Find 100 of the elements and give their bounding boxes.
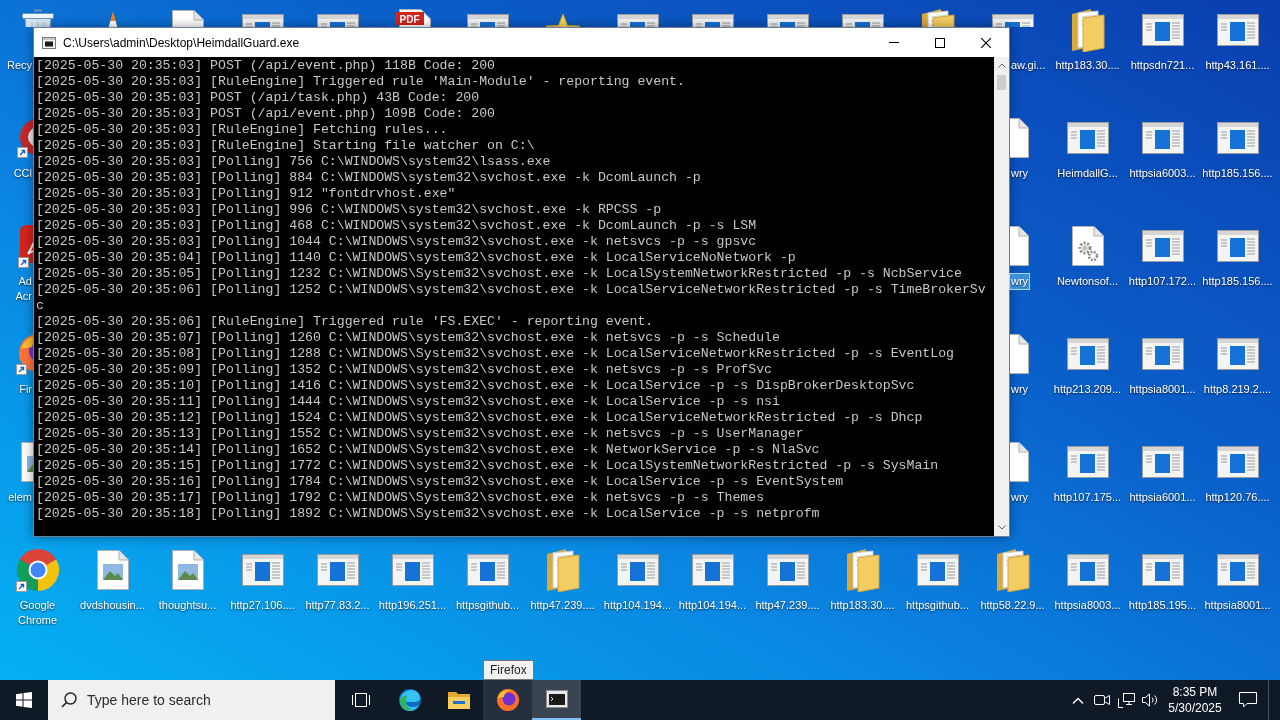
application-icon[interactable] [241, 14, 284, 27]
application-icon[interactable] [466, 14, 509, 27]
application-icon[interactable] [1141, 122, 1184, 154]
search-bar[interactable]: Type here to search [48, 680, 335, 720]
icon-label: elem [7, 490, 33, 505]
application-icon[interactable] [466, 554, 509, 586]
icon-label: http107.172... [1127, 274, 1198, 289]
console-line: [2025-05-30 20:35:13] [Polling] 1552 C:\WINDOWS\system32\svchost.exe -k netsvcs -p -s UserManager [36, 426, 804, 442]
maximize-icon [935, 37, 945, 48]
console-line: [2025-05-30 20:35:03] POST (/api/event.php) 109B Code: 200 [36, 106, 495, 122]
console-line: [2025-05-30 20:35:03] [Polling] 996 C:\WINDOWS\system32\svchost.exe -k RPCSS -p [36, 202, 662, 218]
icon-label: http47.239.... [754, 598, 821, 613]
application-icon[interactable] [991, 14, 1034, 27]
console-line: [2025-05-30 20:35:03] POST (/api/event.php) 118B Code: 200 [36, 58, 495, 74]
search-icon [61, 692, 77, 708]
swirl-logo-icon[interactable] [18, 224, 33, 268]
chrome-logo-icon[interactable] [15, 548, 60, 592]
gear-file-icon[interactable] [1071, 226, 1104, 266]
application-icon[interactable] [241, 554, 284, 586]
image-file-icon[interactable] [96, 550, 129, 590]
file-icon[interactable] [1010, 118, 1029, 158]
video-camera-icon[interactable] [1094, 694, 1110, 706]
console-line: [2025-05-30 20:35:03] [RuleEngine] Fetching rules... [36, 122, 448, 138]
application-icon[interactable] [616, 14, 659, 27]
application-icon[interactable] [841, 14, 884, 27]
application-icon[interactable] [1216, 446, 1259, 478]
application-icon[interactable] [1141, 446, 1184, 478]
console-line: [2025-05-30 20:35:17] [Polling] 1792 C:\WINDOWS\System32\svchost.exe -k netsvcs -p -s Themes [36, 490, 765, 506]
application-icon[interactable] [616, 554, 659, 586]
icon-label: httpsia6001... [1128, 490, 1197, 505]
folder-icon[interactable] [845, 548, 880, 592]
folder-icon [446, 690, 471, 710]
taskbar-button[interactable] [483, 680, 532, 720]
edge-logo-icon [397, 688, 422, 712]
console-line: [2025-05-30 20:35:07] [Polling] 1260 C:\WINDOWS\system32\svchost.exe -k netsvcs -p -s Schedule [36, 330, 780, 346]
scroll-down-icon[interactable] [997, 525, 1006, 530]
scroll-up-icon[interactable] [997, 63, 1006, 68]
console-line: [2025-05-30 20:35:03] [RuleEngine] Starting file watcher on C:\ [36, 138, 535, 154]
taskbar-button[interactable] [532, 680, 581, 720]
scroll-thumb[interactable] [997, 75, 1006, 90]
folder-icon[interactable] [545, 548, 580, 592]
file-icon[interactable] [1010, 442, 1029, 482]
folder-icon[interactable] [1070, 8, 1105, 52]
notifications-icon[interactable] [1239, 692, 1257, 708]
icon-label: httpsia6003... [1128, 166, 1197, 181]
application-icon[interactable] [316, 554, 359, 586]
application-icon[interactable] [1216, 230, 1259, 262]
application-icon[interactable] [1216, 14, 1259, 46]
console-line: [2025-05-30 20:35:03] [Polling] 756 C:\WINDOWS\system32\lsass.exe [36, 154, 551, 170]
icon-label: Google Chrome [16, 598, 59, 628]
icon-label: aw.gi... [1010, 58, 1047, 73]
application-icon[interactable] [1141, 338, 1184, 370]
application-icon[interactable] [1066, 122, 1109, 154]
window-title: C:\Users\admin\Desktop\HeimdallGuard.exe [63, 34, 300, 52]
file-icon[interactable] [1010, 334, 1029, 374]
application-icon[interactable] [1216, 122, 1259, 154]
file-icon[interactable] [1010, 226, 1029, 266]
image-file-icon[interactable] [21, 442, 33, 482]
console-line: [2025-05-30 20:35:06] [Polling] 1252 C:\WINDOWS\system32\svchost.exe -k LocalServiceNetworkRestricted -p -s TimeBrokerSv [36, 282, 986, 298]
chevron-up-icon[interactable] [1072, 696, 1084, 704]
application-icon[interactable] [1066, 554, 1109, 586]
application-icon[interactable] [1216, 554, 1259, 586]
console-line: [2025-05-30 20:35:04] [Polling] 1140 C:\WINDOWS\system32\svchost.exe -k LocalServiceNoNetwork -p [36, 250, 796, 266]
icon-label: http104.194... [677, 598, 748, 613]
application-icon[interactable] [1141, 554, 1184, 586]
application-icon[interactable] [691, 554, 734, 586]
application-icon[interactable] [691, 14, 734, 27]
application-icon[interactable] [1066, 446, 1109, 478]
network-icon[interactable] [1117, 692, 1135, 708]
icon-label: httpsia8001... [1128, 382, 1197, 397]
icon-label: Newtonsof... [1055, 274, 1120, 289]
application-icon[interactable] [766, 554, 809, 586]
console-line: [2025-05-30 20:35:03] POST (/api/task.php) 43B Code: 200 [36, 90, 480, 106]
application-icon[interactable] [391, 554, 434, 586]
application-icon[interactable] [766, 14, 809, 27]
recycle-bin-icon[interactable] [19, 9, 56, 27]
folder-icon[interactable] [995, 548, 1030, 592]
icon-label: http183.30.... [1054, 58, 1121, 73]
application-icon[interactable] [1141, 14, 1184, 46]
close-icon [981, 37, 991, 48]
application-icon[interactable] [1216, 338, 1259, 370]
application-icon[interactable] [316, 14, 359, 27]
icon-label: http47.239.... [529, 598, 596, 613]
search-input[interactable]: Type here to search [87, 689, 327, 711]
console-line: [2025-05-30 20:35:08] [Polling] 1288 C:\WINDOWS\System32\svchost.exe -k LocalServiceNetworkRestricted -p -s EventLog [36, 346, 954, 362]
image-file-icon[interactable] [171, 550, 204, 590]
scrollbar[interactable] [994, 57, 1009, 536]
icon-label: http185.195... [1127, 598, 1198, 613]
file-icon[interactable] [171, 10, 204, 27]
icon-label: httpsgithub... [905, 598, 970, 613]
volume-icon[interactable] [1142, 693, 1158, 707]
icon-label: Fir [18, 382, 33, 397]
application-icon[interactable] [916, 554, 959, 586]
icon-label: httpsdn721... [1129, 58, 1196, 73]
icon-label: wry [1010, 490, 1030, 505]
icon-label: http213.209... [1052, 382, 1123, 397]
console-line: [2025-05-30 20:35:03] [Polling] 1044 C:\WINDOWS\system32\svchost.exe -k netsvcs -p -s gpsvc [36, 234, 757, 250]
application-icon[interactable] [1066, 338, 1109, 370]
application-icon[interactable] [1141, 230, 1184, 262]
icon-label: Recy [5, 58, 33, 73]
